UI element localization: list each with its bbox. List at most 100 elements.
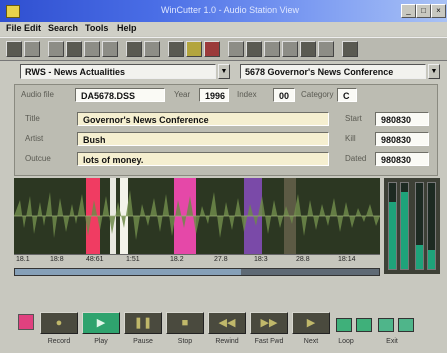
level-meter xyxy=(400,182,409,270)
toolbar xyxy=(0,37,447,61)
fit-icon[interactable] xyxy=(264,41,280,57)
start-date-field[interactable]: 980830 xyxy=(375,112,429,126)
play-button[interactable]: ▶ xyxy=(82,312,120,334)
copy-icon[interactable] xyxy=(84,41,100,57)
rewind-button[interactable]: ◀◀ xyxy=(208,312,246,334)
exit-indicator-icon[interactable] xyxy=(378,318,394,332)
redo-icon[interactable] xyxy=(144,41,160,57)
level-meter xyxy=(427,182,436,270)
outcue-field[interactable]: lots of money. xyxy=(77,152,329,166)
next-icon: ▶ xyxy=(306,317,316,329)
new-icon[interactable] xyxy=(6,41,22,57)
level-meter xyxy=(388,182,397,270)
index-field[interactable]: 00 xyxy=(273,88,295,102)
marker-time[interactable]: 18:14 xyxy=(338,256,356,263)
marker-time[interactable]: 18.2 xyxy=(170,256,184,263)
cart-dropdown-icon[interactable]: ▼ xyxy=(428,64,440,79)
marker-strip: 18.1 18:8 48:61 1:51 18.2 27.8 18:3 28.8… xyxy=(14,254,380,267)
menu-help[interactable]: Help xyxy=(117,23,137,33)
category-label: Category xyxy=(301,90,334,99)
year-field[interactable]: 1996 xyxy=(199,88,229,102)
stop-button[interactable]: ■ xyxy=(166,312,204,334)
outcue-label: Outcue xyxy=(25,154,51,163)
pause-label: Pause xyxy=(133,338,153,345)
minimize-button[interactable]: _ xyxy=(401,4,416,18)
cart-info-panel: Audio file DA5678.DSS Year 1996 Index 00… xyxy=(14,84,438,176)
marker-time[interactable]: 18.1 xyxy=(16,256,30,263)
zoom-out-icon[interactable] xyxy=(246,41,262,57)
properties-icon[interactable] xyxy=(342,41,358,57)
level-meter-fill xyxy=(428,250,435,269)
normalize-icon[interactable] xyxy=(318,41,334,57)
edit-marker-icon[interactable] xyxy=(186,41,202,57)
close-button[interactable]: × xyxy=(431,4,446,18)
menu-search[interactable]: Search xyxy=(48,23,78,33)
marker-icon[interactable] xyxy=(168,41,184,57)
transport-controls: ● ▶ ❚❚ ■ ◀◀ ▶▶ ▶ Record Play Pause Stop … xyxy=(0,282,447,353)
loop-label: Loop xyxy=(338,338,354,345)
audio-file-field[interactable]: DA5678.DSS xyxy=(75,88,165,102)
category-dropdown-icon[interactable]: ▼ xyxy=(218,64,230,79)
record-led-icon xyxy=(18,314,34,330)
stop-label: Stop xyxy=(177,338,193,345)
marker-time[interactable]: 18:3 xyxy=(254,256,268,263)
maximize-button[interactable]: □ xyxy=(416,4,431,18)
next-button[interactable]: ▶ xyxy=(292,312,330,334)
title-label: Title xyxy=(25,114,40,123)
kill-label: Kill xyxy=(345,134,356,143)
audio-file-label: Audio file xyxy=(21,90,54,99)
index-label: Index xyxy=(237,90,257,99)
undo-icon[interactable] xyxy=(126,41,142,57)
menu-tools[interactable]: Tools xyxy=(85,23,108,33)
marker-time[interactable]: 1:51 xyxy=(126,256,140,263)
level-meter xyxy=(415,182,424,270)
exit-label: Exit xyxy=(386,338,398,345)
save-icon[interactable] xyxy=(48,41,64,57)
select-all-icon[interactable] xyxy=(282,41,298,57)
exit-indicator-icon[interactable] xyxy=(398,318,414,332)
window-title: WinCutter 1.0 - Audio Station View xyxy=(161,5,299,15)
rewind-label: Rewind xyxy=(215,338,239,345)
play-label: Play xyxy=(94,338,108,345)
zoom-in-icon[interactable] xyxy=(228,41,244,57)
dated-field[interactable]: 980830 xyxy=(375,152,429,166)
record-label: Record xyxy=(47,338,71,345)
next-label: Next xyxy=(303,338,319,345)
pause-button[interactable]: ❚❚ xyxy=(124,312,162,334)
pause-icon: ❚❚ xyxy=(133,317,153,329)
category-code-field[interactable]: C xyxy=(337,88,357,102)
paste-icon[interactable] xyxy=(102,41,118,57)
marker-time[interactable]: 27.8 xyxy=(214,256,228,263)
rewind-icon: ◀◀ xyxy=(218,317,236,329)
marker-time[interactable]: 48:61 xyxy=(86,256,104,263)
fast-forward-button[interactable]: ▶▶ xyxy=(250,312,288,334)
fast-forward-icon: ▶▶ xyxy=(260,317,278,329)
artist-field[interactable]: Bush xyxy=(77,132,329,146)
trim-icon[interactable] xyxy=(300,41,316,57)
cart-select[interactable]: 5678 Governor's News Conference xyxy=(240,64,426,79)
menu-edit[interactable]: Edit xyxy=(24,23,41,33)
title-field[interactable]: Governor's News Conference xyxy=(77,112,329,126)
title-bar: WinCutter 1.0 - Audio Station View _ □ × xyxy=(0,0,447,22)
marker-time[interactable]: 28.8 xyxy=(296,256,310,263)
level-meters xyxy=(384,178,440,274)
fast-forward-label: Fast Fwd xyxy=(254,338,284,345)
menu-file[interactable]: File xyxy=(6,23,22,33)
open-icon[interactable] xyxy=(24,41,40,57)
level-meter-fill xyxy=(401,191,408,269)
application-window: WinCutter 1.0 - Audio Station View _ □ ×… xyxy=(0,0,447,353)
record-button[interactable]: ● xyxy=(40,312,78,334)
loop-indicator-icon[interactable] xyxy=(356,318,372,332)
cut-icon[interactable] xyxy=(66,41,82,57)
category-select[interactable]: RWS - News Actualities xyxy=(20,64,216,79)
marker-time[interactable]: 18:8 xyxy=(50,256,64,263)
start-label: Start xyxy=(345,114,362,123)
loop-indicator-icon[interactable] xyxy=(336,318,352,332)
kill-date-field[interactable]: 980830 xyxy=(375,132,429,146)
app-icon xyxy=(6,5,20,18)
delete-marker-icon[interactable] xyxy=(204,41,220,57)
artist-label: Artist xyxy=(25,134,44,143)
position-bar[interactable] xyxy=(14,268,380,276)
waveform-display[interactable] xyxy=(14,178,380,254)
menu-bar: File Edit Search Tools Help xyxy=(0,22,447,36)
